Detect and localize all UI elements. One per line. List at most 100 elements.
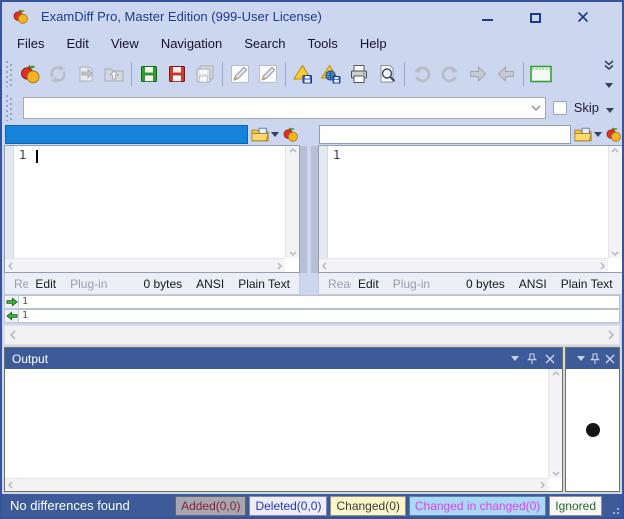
file-size: 0 bytes xyxy=(459,277,512,291)
menu-bar: Files Edit View Navigation Search Tools … xyxy=(2,30,622,56)
panel-menu-icon[interactable] xyxy=(511,356,519,361)
left-browse-button[interactable] xyxy=(251,127,279,142)
left-editor[interactable]: 1 xyxy=(4,145,300,273)
save-second-button[interactable] xyxy=(163,60,191,88)
toolbar-menu-icon xyxy=(605,83,613,88)
badge-added: Added(0,0) xyxy=(175,496,246,516)
redo-icon xyxy=(439,63,461,85)
resize-grip[interactable] xyxy=(606,494,622,517)
save-all-button[interactable] xyxy=(191,60,219,88)
folder-up-icon xyxy=(103,63,125,85)
arrow-right-icon xyxy=(467,63,489,85)
pin-icon[interactable] xyxy=(527,353,537,365)
panel-menu-icon[interactable] xyxy=(577,356,585,361)
save-differences-web-button[interactable] xyxy=(317,60,345,88)
browser-view-button[interactable] xyxy=(527,60,555,88)
right-editor[interactable]: 1 xyxy=(318,145,623,273)
maximize-button[interactable] xyxy=(528,9,542,23)
print-preview-icon xyxy=(376,63,398,85)
pencil-icon xyxy=(229,63,251,85)
badge-changed-in-changed: Changed in changed(0) xyxy=(409,496,546,516)
left-diff-map-bar[interactable] xyxy=(300,146,307,273)
menu-navigation[interactable]: Navigation xyxy=(150,32,233,55)
close-icon[interactable] xyxy=(545,354,555,364)
dock-area: Output xyxy=(2,345,622,494)
save-differences-button[interactable] xyxy=(289,60,317,88)
copy-to-left-button[interactable] xyxy=(4,309,19,323)
scroll-up-icon xyxy=(552,371,560,376)
combobox-dropdown-icon[interactable] xyxy=(527,105,545,111)
save-first-button[interactable] xyxy=(135,60,163,88)
output-panel-header[interactable]: Output xyxy=(5,348,562,369)
right-browse-button[interactable] xyxy=(574,127,602,142)
text-caret xyxy=(36,150,38,163)
save-diff-icon xyxy=(292,63,314,85)
scroll-left-icon xyxy=(10,330,16,340)
toolbar-separator xyxy=(222,62,223,86)
folder-icon xyxy=(251,127,269,142)
status-bar: No differences found Added(0,0) Deleted(… xyxy=(2,494,622,517)
output-vscrollbar[interactable] xyxy=(548,369,562,478)
pin-icon[interactable] xyxy=(590,353,600,365)
right-editor-hscrollbar[interactable] xyxy=(319,258,608,272)
next-difference-button[interactable] xyxy=(464,60,492,88)
scroll-down-icon xyxy=(611,251,619,256)
left-compare-button[interactable] xyxy=(282,126,299,143)
menu-edit[interactable]: Edit xyxy=(55,32,99,55)
right-editor-vscrollbar[interactable] xyxy=(608,146,622,258)
merge-bar-hscrollbar[interactable] xyxy=(4,325,620,345)
skip-options-icon[interactable] xyxy=(606,108,614,113)
overview-panel-header[interactable] xyxy=(566,348,619,369)
right-compare-button[interactable] xyxy=(605,126,622,143)
scroll-up-icon xyxy=(289,148,297,153)
left-editor-hscrollbar[interactable] xyxy=(5,258,285,272)
edit-first-button[interactable] xyxy=(226,60,254,88)
minimize-button[interactable] xyxy=(480,9,494,23)
scroll-right-icon xyxy=(600,262,605,270)
redo-button[interactable] xyxy=(436,60,464,88)
output-hscrollbar[interactable] xyxy=(5,478,548,491)
menu-view[interactable]: View xyxy=(100,32,150,55)
right-path-field[interactable] xyxy=(319,125,571,144)
compare-button[interactable] xyxy=(16,60,44,88)
window-title: ExamDiff Pro, Master Edition (999-User L… xyxy=(41,9,322,24)
left-path-field[interactable] xyxy=(5,125,248,144)
scroll-left-icon xyxy=(8,481,13,489)
menu-search[interactable]: Search xyxy=(233,32,296,55)
close-icon[interactable] xyxy=(605,354,615,364)
toolbar-overflow-button[interactable] xyxy=(604,58,620,90)
toolbar-grip[interactable] xyxy=(6,61,12,87)
badge-changed: Changed(0) xyxy=(330,496,405,516)
toolbar-separator xyxy=(404,62,405,86)
menu-tools[interactable]: Tools xyxy=(296,32,348,55)
left-pane-header xyxy=(4,123,300,145)
print-preview-button[interactable] xyxy=(373,60,401,88)
refresh-button[interactable] xyxy=(44,60,72,88)
menu-files[interactable]: Files xyxy=(6,32,55,55)
skip-checkbox[interactable] xyxy=(553,101,567,115)
right-pane-statusbar: Read Edit Plug-in 0 bytes ANSI Plain Tex… xyxy=(318,273,623,295)
right-diff-map-bar[interactable] xyxy=(311,146,318,273)
left-editor-vscrollbar[interactable] xyxy=(285,146,299,258)
compare-bar: Skip xyxy=(2,92,622,123)
print-button[interactable] xyxy=(345,60,373,88)
pane-splitter[interactable] xyxy=(300,123,318,295)
window-icon xyxy=(529,63,553,85)
output-panel-title: Output xyxy=(12,352,48,366)
open-files-button[interactable] xyxy=(100,60,128,88)
encoding: ANSI xyxy=(189,277,231,291)
copy-to-right-button[interactable] xyxy=(4,295,19,309)
scroll-left-icon xyxy=(8,262,13,270)
compare-combobox[interactable] xyxy=(23,97,546,119)
close-button[interactable] xyxy=(576,9,590,23)
edit-second-button[interactable] xyxy=(254,60,282,88)
badge-ignored: Ignored xyxy=(549,496,602,516)
menu-help[interactable]: Help xyxy=(349,32,398,55)
swap-panes-button[interactable] xyxy=(72,60,100,88)
compare-bar-grip[interactable] xyxy=(6,95,12,121)
previous-difference-button[interactable] xyxy=(492,60,520,88)
merge-right-line-text: 1 xyxy=(19,309,620,323)
undo-button[interactable] xyxy=(408,60,436,88)
readonly-indicator: Read xyxy=(7,277,28,291)
save-diff-web-icon xyxy=(320,63,342,85)
